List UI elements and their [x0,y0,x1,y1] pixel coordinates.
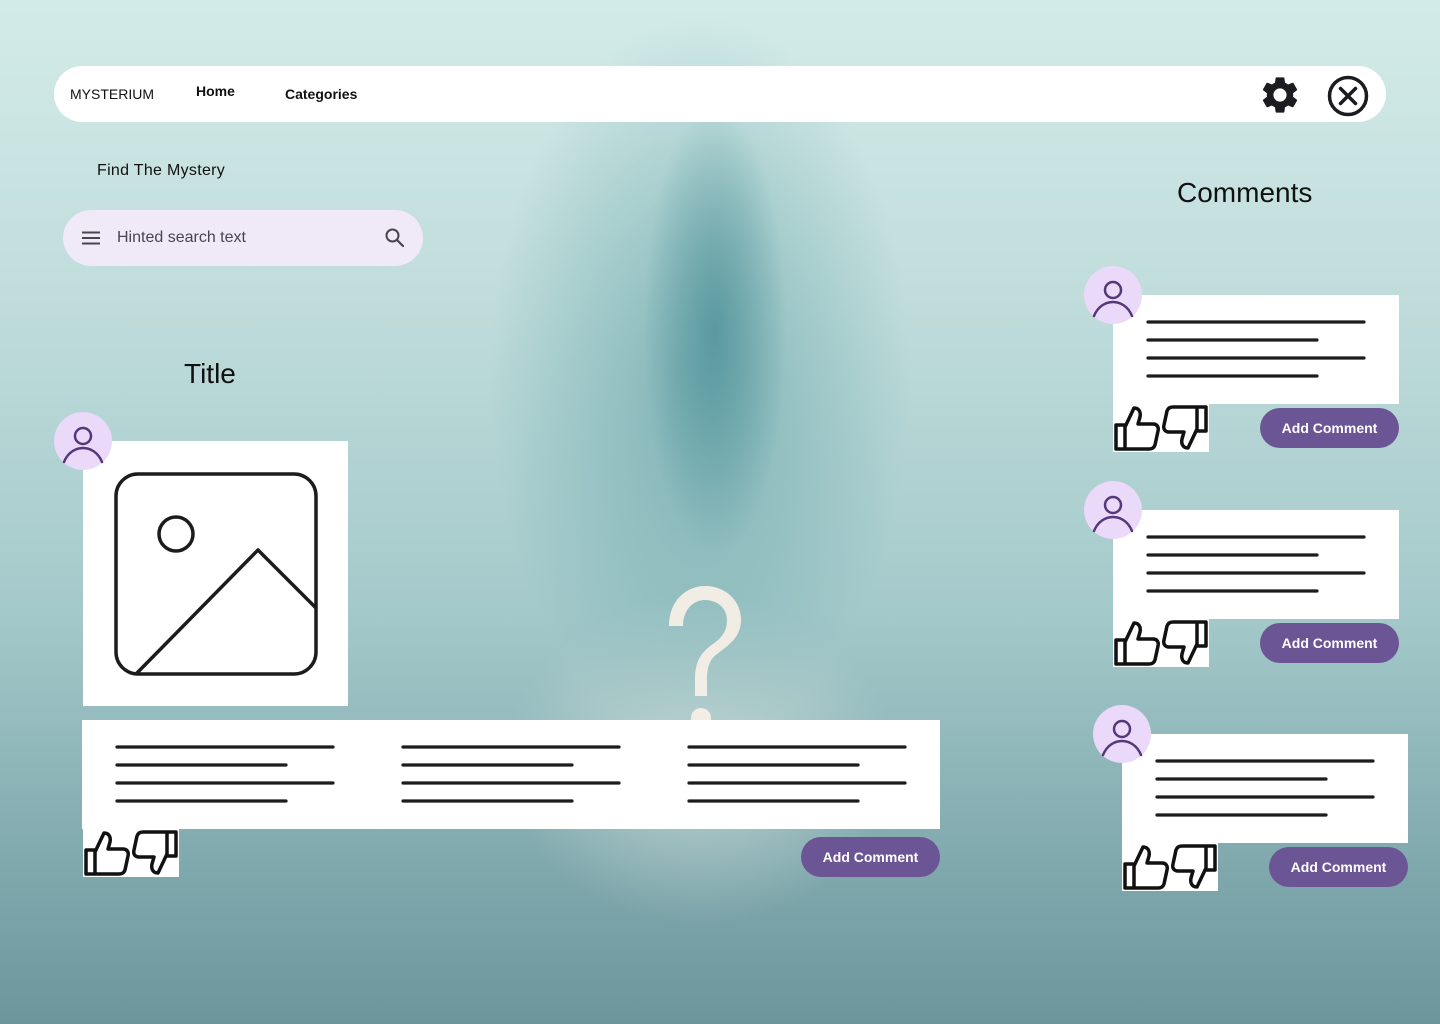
post-author-avatar[interactable] [54,412,112,470]
text-placeholder-lines [1146,320,1366,378]
post-body-text [82,720,940,829]
search-icon[interactable] [383,226,407,250]
search-input[interactable] [117,224,357,252]
thumbs-down-icon[interactable] [1161,619,1209,667]
thumbs-up-icon[interactable] [1113,404,1161,452]
post-image-card [83,441,348,706]
brand-logo: MYSTERIUM [70,86,154,102]
user-icon [1092,495,1134,533]
image-placeholder-icon [114,472,318,676]
add-comment-button[interactable]: Add Comment [801,837,940,877]
comment-card [1122,734,1408,843]
thumbs-up-icon[interactable] [1122,843,1170,891]
comment-vote-buttons [1122,843,1218,891]
search-section-label: Find The Mystery [97,162,226,179]
thumbs-down-icon[interactable] [131,829,179,877]
question-mark-graphic [669,586,741,728]
text-placeholder-lines [1146,535,1366,593]
add-comment-button[interactable]: Add Comment [1260,408,1399,448]
post-title: Title [184,358,236,389]
comment-card [1113,295,1399,404]
thumbs-up-icon[interactable] [83,829,131,877]
close-circle-icon[interactable] [1327,75,1369,117]
comment-card [1113,510,1399,619]
user-icon [1101,719,1143,757]
comment-vote-buttons [1113,619,1209,667]
add-comment-button[interactable]: Add Comment [1260,623,1399,663]
comment-author-avatar[interactable] [1084,481,1142,539]
text-placeholder-lines [1155,759,1375,817]
post-vote-buttons [83,829,179,877]
menu-icon[interactable] [81,228,101,248]
nav-link-categories[interactable]: Categories [285,86,357,102]
comment-author-avatar[interactable] [1084,266,1142,324]
thumbs-up-icon[interactable] [1113,619,1161,667]
user-icon [62,426,104,464]
user-icon [1092,280,1134,318]
text-placeholder-lines [115,745,907,803]
comments-heading: Comments [1177,177,1313,208]
add-comment-button[interactable]: Add Comment [1269,847,1408,887]
search-bar [63,210,423,266]
thumbs-down-icon[interactable] [1170,843,1218,891]
comment-author-avatar[interactable] [1093,705,1151,763]
comment-vote-buttons [1113,404,1209,452]
thumbs-down-icon[interactable] [1161,404,1209,452]
top-nav-bar: MYSTERIUM Home Categories [54,66,1386,122]
gear-icon[interactable] [1258,73,1302,117]
nav-link-home[interactable]: Home [196,83,235,99]
